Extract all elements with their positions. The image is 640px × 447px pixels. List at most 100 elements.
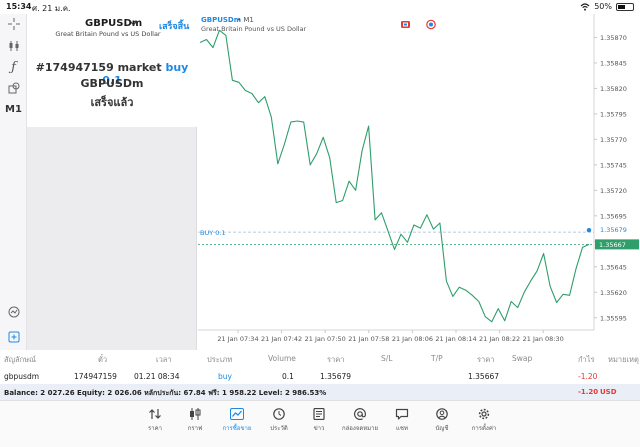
battery-icon — [616, 2, 634, 11]
status-time: 15:34 — [6, 2, 32, 11]
time-tick-label: 21 Jan 07:42 — [261, 335, 302, 343]
price-tick-label: 1.35795 — [600, 110, 627, 118]
price-tick-label: 1.35845 — [600, 59, 627, 67]
price-tick-layer: 1.355951.356201.356451.356701.356951.357… — [594, 34, 639, 322]
header-volume[interactable]: Volume — [268, 354, 296, 363]
left-toolbar: ƒ M1 — [0, 14, 27, 350]
tab-label: กราฟ — [187, 425, 203, 432]
balance-bar: Balance: 2 027.26 Equity: 2 026.06 หลักป… — [0, 384, 640, 400]
bottom-tab-bar: ราคา กราฟ การซื้อขาย ประวัติ ข่าว กล่องจ… — [0, 400, 640, 447]
tab-trade[interactable]: การซื้อขาย — [217, 408, 257, 433]
analytics-icon[interactable] — [0, 306, 27, 318]
chat-icon — [395, 408, 409, 420]
order-ticket-text: #174947159 market — [35, 61, 162, 74]
tab-label: กล่องจดหมาย — [341, 425, 379, 432]
new-order-icon[interactable] — [0, 331, 27, 343]
function-icon[interactable]: ƒ — [0, 60, 27, 75]
tab-label: การตั้งค่า — [471, 425, 497, 432]
tab-news[interactable]: ข่าว — [299, 408, 339, 433]
total-profit: -1.20 — [578, 388, 599, 396]
timeframe-button[interactable]: M1 — [0, 104, 27, 115]
price-tick-label: 1.35720 — [600, 187, 627, 195]
settings-gear-icon — [478, 408, 490, 420]
cell-symbol: gbpusdm — [4, 372, 40, 381]
account-icon — [436, 408, 448, 420]
cell-volume: 0.1 — [282, 372, 294, 381]
chart-symbol-description: Great Britain Pound vs US Dollar — [201, 25, 307, 33]
mailbox-at-icon — [354, 408, 367, 420]
time-tick-label: 21 Jan 07:58 — [348, 335, 389, 343]
chart-timeframe-label: • M1 — [237, 16, 254, 24]
cell-profit: -1.20 — [578, 372, 598, 381]
candlestick-icon — [190, 408, 201, 420]
header-swap[interactable]: Swap — [512, 354, 532, 363]
current-price-tag-label: 1.35667 — [599, 241, 626, 249]
tab-label: ราคา — [148, 425, 162, 432]
price-tick-label: 1.35770 — [600, 136, 627, 144]
panel-symbol-description: Great Britain Pound vs US Dollar — [55, 30, 161, 38]
header-sl[interactable]: S/L — [381, 354, 392, 363]
tab-label: การซื้อขาย — [222, 425, 252, 432]
time-tick-label: 21 Jan 08:22 — [479, 335, 520, 343]
cell-open-price: 1.35679 — [320, 372, 352, 381]
one-click-trading-icon[interactable] — [401, 21, 410, 28]
time-tick-label: 21 Jan 07:50 — [305, 335, 346, 343]
price-tick-label: 1.35645 — [600, 263, 627, 271]
price-tick-label: 1.35620 — [600, 289, 627, 297]
battery-percent: 50% — [594, 2, 612, 11]
history-clock-icon — [273, 408, 285, 420]
chart-canvas[interactable]: 1.355951.356201.356451.356701.356951.357… — [198, 14, 640, 350]
header-comment[interactable]: หมายเหตุ — [608, 354, 639, 366]
cell-time: 01.21 08:34 — [134, 372, 180, 381]
buy-level-marker — [586, 227, 592, 233]
chevron-down-icon[interactable] — [130, 21, 137, 26]
tab-account[interactable]: บัญชี — [422, 408, 462, 433]
header-current-price[interactable]: ราคา — [477, 354, 494, 366]
price-tick-label: 1.35595 — [600, 314, 627, 322]
cell-ticket: 174947159 — [74, 372, 117, 381]
order-result-card: GBPUSDm เสร็จสิ้น Great Britain Pound vs… — [27, 14, 197, 127]
tab-history[interactable]: ประวัติ — [259, 408, 299, 433]
header-symbol[interactable]: สัญลักษณ์ — [4, 354, 36, 366]
wifi-icon — [580, 2, 590, 11]
header-profit[interactable]: กำไร — [578, 354, 595, 366]
quotes-arrows-icon — [149, 409, 161, 419]
price-tick-label: 1.35820 — [600, 85, 627, 93]
header-type[interactable]: ประเภท — [207, 354, 232, 366]
price-tick-label: 1.35745 — [600, 161, 627, 169]
objects-icon[interactable] — [0, 82, 27, 94]
tab-label: ประวัติ — [270, 425, 288, 432]
plot-area — [198, 14, 594, 330]
status-right: 50% — [580, 2, 634, 11]
indicators-icon[interactable] — [0, 40, 27, 52]
tab-settings[interactable]: การตั้งค่า — [464, 408, 504, 433]
tab-label: บัญชี — [435, 425, 449, 432]
order-status-text: เสร็จแล้ว — [90, 96, 134, 109]
crosshair-icon[interactable] — [0, 18, 27, 30]
time-tick-label: 21 Jan 07:34 — [217, 335, 258, 343]
order-panel: GBPUSDm เสร็จสิ้น Great Britain Pound vs… — [27, 14, 197, 350]
news-icon — [313, 408, 325, 420]
price-chart[interactable]: 1.355951.356201.356451.356701.356951.357… — [198, 14, 640, 350]
header-time[interactable]: เวลา — [156, 354, 172, 366]
cell-type: buy — [218, 372, 232, 381]
buy-line-label: BUY 0.1 — [200, 229, 226, 237]
header-ticket[interactable]: ตั๋ว — [98, 354, 107, 366]
header-tp[interactable]: T/P — [431, 354, 443, 363]
balance-summary: Balance: 2 027.26 Equity: 2 026.06 หลักป… — [4, 389, 327, 397]
tab-label: ข่าว — [313, 425, 325, 432]
time-tick-label: 21 Jan 08:14 — [435, 335, 476, 343]
status-bar: 15:34 ศ. 21 ม.ค. 50% — [0, 0, 640, 14]
tab-quotes[interactable]: ราคา — [135, 408, 175, 433]
tab-mailbox[interactable]: กล่องจดหมาย — [340, 408, 380, 433]
tab-chat[interactable]: แชท — [382, 408, 422, 433]
chart-symbol-label: GBPUSDm — [201, 16, 241, 24]
order-symbol-text: GBPUSDm — [80, 77, 144, 90]
price-tick-label: 1.35695 — [600, 212, 627, 220]
time-tick-layer: 21 Jan 07:34 21 Jan 07:42 21 Jan 07:50 21 J… — [217, 330, 564, 343]
price-tick-label: 1.35870 — [600, 34, 627, 42]
account-currency: USD — [600, 388, 617, 396]
tab-charts[interactable]: กราฟ — [175, 408, 215, 433]
header-price[interactable]: ราคา — [327, 354, 344, 366]
tab-label: แชท — [396, 425, 408, 432]
